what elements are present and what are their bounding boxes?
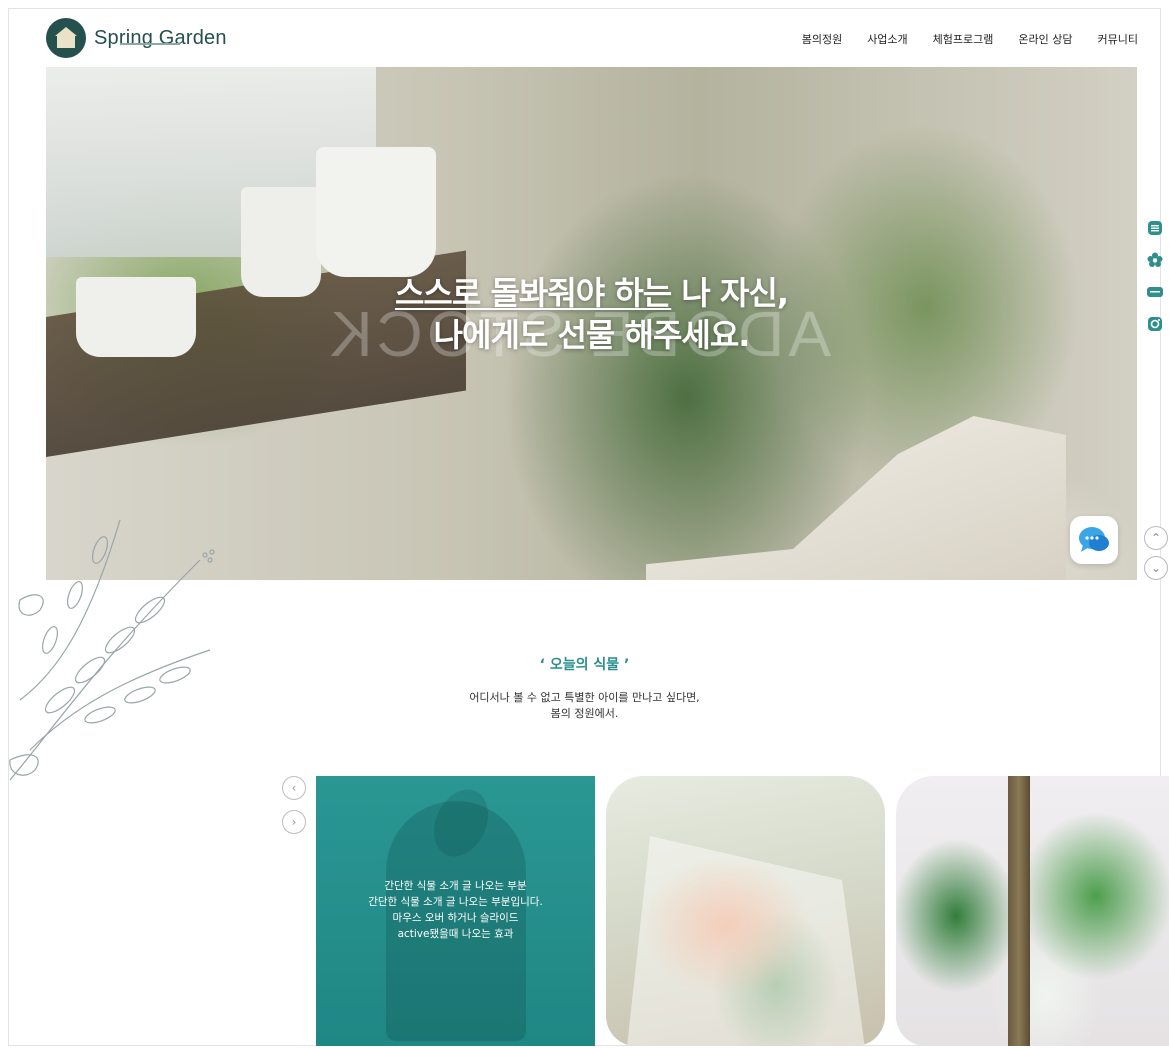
chevron-down-icon: ⌄	[1150, 561, 1162, 575]
flower-icon[interactable]	[1146, 251, 1164, 269]
plant-card-monstera[interactable]	[896, 776, 1169, 1046]
chevron-left-icon: ‹	[291, 781, 297, 795]
logo-text: Spring Garden	[94, 27, 227, 49]
plant-card-tulip[interactable]	[606, 776, 885, 1046]
plant-card-line3: 마우스 오버 하거나 슬라이드	[392, 912, 519, 924]
moss-pole	[1008, 776, 1030, 1046]
nav-item-spring-garden[interactable]: 봄의정원	[802, 31, 842, 47]
section-desc-line2: 봄의 정원에서.	[550, 707, 619, 720]
blog-icon[interactable]	[1146, 283, 1164, 301]
hero-watering-can	[646, 416, 1066, 580]
plant-card-line1: 간단한 식물 소개 글 나오는 부분	[384, 880, 527, 892]
instagram-icon[interactable]	[1146, 315, 1164, 333]
slider-prev-button[interactable]: ‹	[282, 776, 306, 800]
chevron-right-icon: ›	[291, 815, 297, 829]
hero-title-line1-a: 스스로 돌봐줘야 하는	[394, 274, 672, 312]
nav-item-community[interactable]: 커뮤니티	[1098, 31, 1138, 47]
section-description: 어디서나 볼 수 없고 특별한 아이를 만나고 싶다면, 봄의 정원에서.	[0, 690, 1169, 722]
plant-card-line4: active됐을때 나오는 효과	[397, 928, 514, 940]
slider-next-button[interactable]: ›	[282, 810, 306, 834]
tulip-wrap	[626, 836, 866, 1046]
scroll-up-button[interactable]: ⌃	[1144, 526, 1168, 550]
section-title: ‘ 오늘의 식물 ’	[539, 657, 630, 673]
section-desc-line1: 어디서나 볼 수 없고 특별한 아이를 만나고 싶다면,	[469, 691, 700, 704]
chevron-up-icon: ⌃	[1150, 531, 1162, 545]
logo-tagline-line	[120, 43, 180, 45]
nav-item-program[interactable]: 체험프로그램	[933, 31, 994, 47]
logo-mark	[46, 18, 86, 58]
botanical-illustration	[9, 519, 215, 781]
document-icon[interactable]	[1146, 219, 1164, 237]
plant-card-line2: 간단한 식물 소개 글 나오는 부분입니다.	[368, 896, 543, 908]
plant-card-active[interactable]: 간단한 식물 소개 글 나오는 부분 간단한 식물 소개 글 나오는 부분입니다…	[316, 776, 595, 1046]
hero-title: 스스로 돌봐줘야 하는 나 자신, 나에게도 선물 해주세요.	[46, 272, 1137, 356]
nav-item-business[interactable]: 사업소개	[867, 31, 907, 47]
main-nav: 봄의정원 사업소개 체험프로그램 온라인 상담 커뮤니티	[802, 31, 1138, 47]
hero-title-line2: 나에게도 선물 해주세요.	[433, 316, 751, 354]
logo[interactable]: Spring Garden	[46, 18, 227, 58]
hero-pot	[316, 147, 436, 277]
plant-card-text: 간단한 식물 소개 글 나오는 부분 간단한 식물 소개 글 나오는 부분입니다…	[316, 878, 595, 942]
scroll-down-button[interactable]: ⌄	[1144, 556, 1168, 580]
chat-bubble-icon	[1079, 527, 1109, 552]
chat-button[interactable]	[1070, 516, 1118, 564]
nav-item-consult[interactable]: 온라인 상담	[1018, 31, 1072, 47]
hero-title-line1-b: 나 자신,	[671, 274, 789, 312]
side-quick-links	[1146, 219, 1164, 333]
